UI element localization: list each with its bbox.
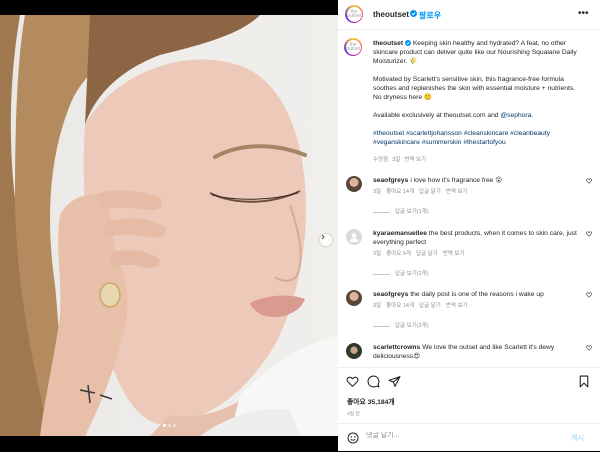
carousel-dot (167, 424, 171, 427)
comment-likes[interactable]: 좋아요 14개 (386, 303, 414, 309)
comment-likes[interactable]: 좋아요 14개 (386, 189, 414, 195)
comment-age[interactable]: 3일 (373, 189, 381, 195)
heart-icon[interactable] (586, 292, 592, 298)
caption-meta: 수정됨 3일 번역 보기 (373, 155, 430, 163)
translate-link[interactable]: 번역 보기 (404, 157, 426, 163)
caption-avatar[interactable]: the outset (344, 38, 362, 56)
chevron-right-icon (321, 234, 325, 240)
divider (373, 274, 390, 275)
comment-input[interactable] (366, 432, 556, 439)
comment-text: i love how it's fragrance free 😮 (410, 177, 503, 184)
view-replies-button[interactable]: 답글 보기(2개) (373, 322, 579, 331)
caption-username[interactable]: theoutset (373, 40, 403, 47)
default-user-icon (349, 233, 359, 242)
caption-text: Available exclusively at theoutset.com a… (373, 112, 501, 119)
emoji-icon[interactable] (347, 432, 359, 444)
comment-age[interactable]: 3일 (373, 303, 381, 309)
translate-link[interactable]: 번역 보기 (443, 251, 465, 257)
like-heart-icon[interactable] (346, 375, 359, 388)
view-replies-button[interactable]: 답글 보기(2개) (373, 270, 579, 279)
heart-icon[interactable] (586, 178, 592, 184)
commenter-avatar[interactable] (346, 176, 362, 192)
translate-link[interactable]: 번역 보기 (446, 303, 468, 309)
commenter-avatar[interactable] (346, 229, 362, 245)
comment-item: seaofgreys i love how it's fragrance free… (338, 176, 600, 236)
comment-item: seaofgreys the daily post is one of the r… (338, 290, 600, 350)
next-photo-button[interactable] (320, 234, 332, 246)
bookmark-icon[interactable] (578, 375, 590, 388)
view-replies-label: 답글 보기(2개) (395, 323, 429, 329)
carousel-dot (162, 424, 166, 427)
edited-label: 수정됨 (373, 157, 389, 163)
post-photo (0, 15, 338, 436)
brand-logo: the outset (345, 39, 361, 55)
comment-reply-button[interactable]: 답글 달기 (419, 303, 441, 309)
divider (373, 212, 390, 213)
more-options-icon[interactable]: ••• (578, 8, 589, 19)
heart-icon[interactable] (586, 231, 592, 237)
caption-text: Keeping skin healthy and hydrated? A fea… (373, 40, 577, 65)
comment-likes[interactable]: 좋아요 9개 (386, 251, 411, 257)
sephora-mention-link[interactable]: @sephora (500, 112, 531, 119)
post-details-panel: the outset theoutset 팔로우 ••• the outset … (338, 0, 600, 451)
brand-logo: the outset (346, 6, 362, 22)
comment-bubble-icon[interactable] (367, 375, 380, 388)
verified-badge-icon (410, 10, 417, 17)
heart-icon[interactable] (586, 345, 592, 351)
comment-username[interactable]: scarlettcrowns (373, 344, 420, 351)
translate-link[interactable]: 번역 보기 (446, 189, 468, 195)
comment-reply-button[interactable]: 답글 달기 (416, 251, 438, 257)
post-header: the outset theoutset 팔로우 ••• (338, 0, 600, 30)
author-username[interactable]: theoutset (373, 10, 409, 19)
comment-text: the daily post is one of the reasons i w… (410, 291, 544, 298)
comment-age[interactable]: 3일 (373, 251, 381, 257)
carousel-dot (172, 424, 176, 427)
hashtags-link[interactable]: #theoutset #scarlettjohansson #cleanskin… (373, 130, 550, 146)
comments-section: the outset theoutset Keeping skin health… (338, 31, 600, 367)
caption-text: . (531, 112, 534, 119)
commenter-avatar[interactable] (346, 290, 362, 306)
post-comment-button[interactable]: 게시 (571, 433, 584, 443)
photo-illustration (0, 15, 338, 436)
comment-item: scarlettcrowns We love the outset and lik… (338, 343, 600, 367)
view-replies-label: 답글 보기(2개) (395, 271, 429, 277)
posted-time: 3일 전 (347, 412, 360, 417)
author-avatar[interactable]: the outset (345, 5, 363, 23)
share-send-icon[interactable] (388, 375, 401, 388)
likes-count[interactable]: 좋아요 35,184개 (347, 396, 395, 406)
post-caption: theoutset Keeping skin healthy and hydra… (373, 39, 585, 147)
post-modal: the outset theoutset 팔로우 ••• the outset … (0, 0, 600, 451)
post-actions: 좋아요 35,184개 3일 전 게시 (338, 367, 600, 451)
carousel-indicator (0, 424, 338, 427)
verified-badge-icon (404, 39, 411, 46)
commenter-avatar[interactable] (346, 343, 362, 359)
comment-username[interactable]: seaofgreys (373, 291, 408, 298)
comment-username[interactable]: seaofgreys (373, 177, 408, 184)
comment-bar: 게시 (338, 423, 600, 452)
follow-button[interactable]: 팔로우 (419, 10, 441, 21)
comment-username[interactable]: kyaraemanuellee (373, 230, 427, 237)
view-replies-button[interactable]: 답글 보기(1개) (373, 208, 579, 217)
view-replies-label: 답글 보기(1개) (395, 209, 429, 215)
comment-reply-button[interactable]: 답글 달기 (419, 189, 441, 195)
divider (373, 326, 390, 327)
comment-item: kyaraemanuellee the best products, when i… (338, 229, 600, 289)
caption-text: Motivated by Scarlett's sensitive skin, … (373, 76, 576, 101)
caption-age: 3일 (392, 157, 401, 163)
